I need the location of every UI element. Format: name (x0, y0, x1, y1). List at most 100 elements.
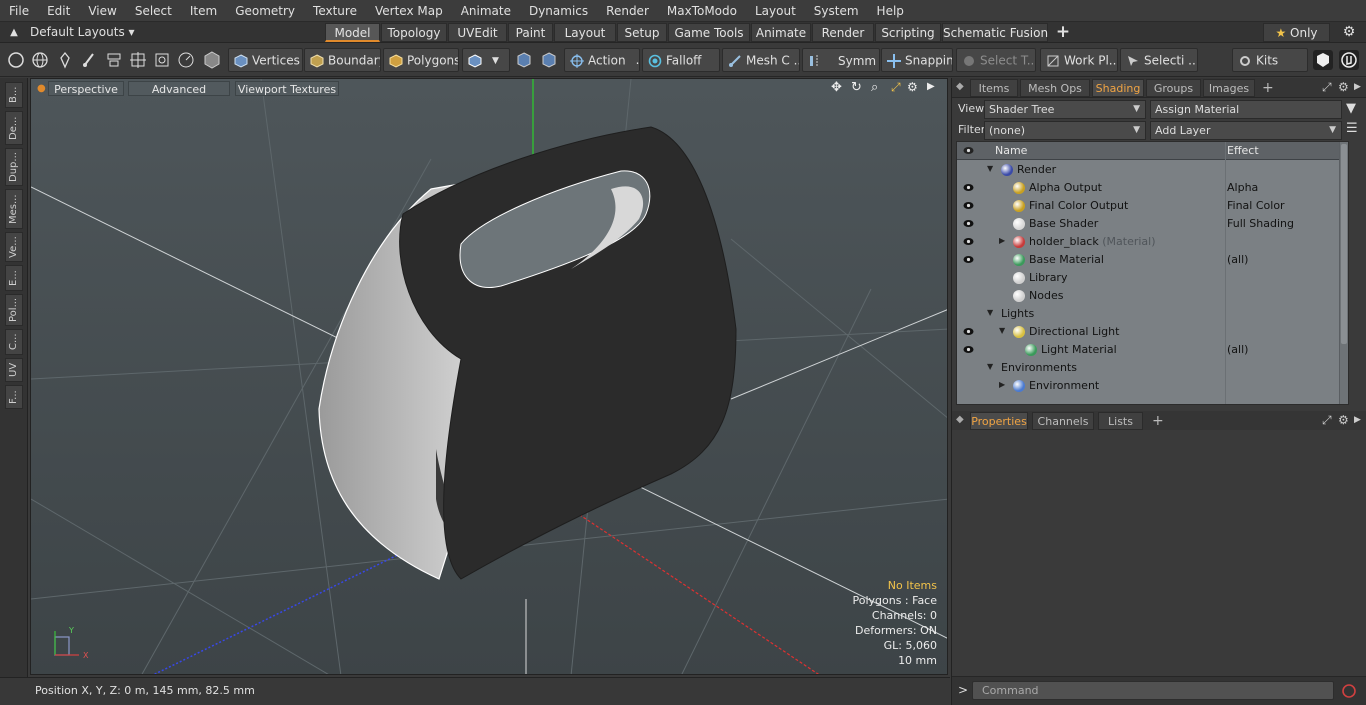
visibility-eye-icon[interactable] (963, 255, 974, 264)
tab-schematic-fusion[interactable]: Schematic Fusion (942, 23, 1048, 42)
panel-maximize-icon[interactable]: ⤢ (1322, 80, 1332, 95)
shader-tree-row[interactable]: ▼ Environments (957, 359, 1348, 377)
left-tab-basic[interactable]: B... (5, 82, 23, 108)
falloff-button[interactable]: Falloff (642, 48, 720, 72)
gear-icon[interactable]: ⚙ (1338, 22, 1360, 43)
shader-tree-row[interactable]: Nodes (957, 287, 1348, 305)
grid-icon[interactable] (128, 50, 148, 70)
work-plane-button[interactable]: Work Pl... (1040, 48, 1118, 72)
menu-render[interactable]: Render (597, 0, 658, 22)
unreal-icon[interactable] (1338, 49, 1360, 71)
tab-scripting[interactable]: Scripting (875, 23, 941, 42)
shaded-cube-icon[interactable] (202, 50, 222, 70)
menu-animate[interactable]: Animate (452, 0, 520, 22)
left-tab-uv[interactable]: UV (5, 358, 23, 382)
tab-topology[interactable]: Topology (381, 23, 447, 42)
properties-gear-icon[interactable]: ⚙ (1338, 413, 1349, 427)
left-tab-mesh[interactable]: Mes... (5, 189, 23, 229)
menu-select[interactable]: Select (126, 0, 181, 22)
left-tab-duplicate[interactable]: Dup... (5, 148, 23, 186)
globe-icon[interactable] (30, 50, 50, 70)
tab-images[interactable]: Images (1203, 79, 1255, 97)
properties-maximize-icon[interactable]: ⤢ (1322, 413, 1332, 428)
menu-view[interactable]: View (79, 0, 125, 22)
tab-shading[interactable]: Shading (1092, 79, 1144, 97)
shader-tree-row[interactable]: ▼ Lights (957, 305, 1348, 323)
menu-vertex-map[interactable]: Vertex Map (366, 0, 452, 22)
scrollbar-thumb[interactable] (1341, 144, 1347, 344)
viewport-scene[interactable]: Y X (31, 79, 948, 675)
collapse-arrow-icon[interactable]: ▼ (987, 308, 993, 317)
menu-texture[interactable]: Texture (304, 0, 366, 22)
col-effect-header[interactable]: Effect (1227, 144, 1259, 157)
collapse-arrow-icon[interactable]: ▼ (987, 362, 993, 371)
tab-layout[interactable]: Layout (554, 23, 616, 42)
action-center-button[interactable]: Action... (564, 48, 640, 72)
col-name-header[interactable]: Name (995, 144, 1027, 157)
shader-tree-row[interactable]: Base ShaderFull Shading▼ (957, 215, 1348, 233)
align-icon[interactable] (104, 50, 124, 70)
kits-button[interactable]: Kits (1232, 48, 1308, 72)
circle-select-icon[interactable] (6, 50, 26, 70)
snapping-button[interactable]: Snapping (881, 48, 953, 72)
shader-tree-row[interactable]: ▶holder_black (Material)▼ (957, 233, 1348, 251)
layer-effect[interactable]: Alpha (1227, 181, 1258, 194)
left-tab-edge[interactable]: E... (5, 265, 23, 291)
item-mode-button[interactable]: ▼ (462, 48, 510, 72)
tab-game-tools[interactable]: Game Tools (668, 23, 750, 42)
layout-collapse-icon[interactable]: ▲ (6, 22, 22, 43)
rotate-view-icon[interactable]: ↻ (851, 80, 862, 95)
shader-tree-row[interactable]: ▼Directional Light▼ (957, 323, 1348, 341)
visibility-eye-icon[interactable] (963, 237, 974, 246)
filter-select[interactable]: (none) ▼ (984, 121, 1146, 140)
expand-arrow-icon[interactable]: ▶ (999, 236, 1005, 245)
viewport-gear-icon[interactable]: ⚙ (907, 80, 918, 94)
panel-collapse-icon[interactable]: ▶ (1354, 82, 1361, 92)
left-tab-vertex[interactable]: Ve... (5, 232, 23, 262)
viewport-menu-arrow-icon[interactable]: ▶ (927, 81, 935, 92)
polygons-button[interactable]: Polygons (383, 48, 459, 72)
tab-items[interactable]: Items (970, 79, 1018, 97)
menu-item[interactable]: Item (181, 0, 226, 22)
visibility-eye-icon[interactable] (963, 183, 974, 192)
add-panel-tab-button[interactable]: + (1262, 78, 1274, 98)
tab-uvedit[interactable]: UVEdit (448, 23, 507, 42)
add-layout-tab-button[interactable]: + (1053, 22, 1073, 43)
visibility-eye-icon[interactable] (963, 219, 974, 228)
visibility-eye-icon[interactable] (963, 201, 974, 210)
brush-icon[interactable] (79, 50, 99, 70)
zoom-search-icon[interactable]: ⌕ (871, 80, 878, 95)
panel-gear-icon[interactable]: ⚙ (1338, 80, 1349, 94)
tab-mesh-ops[interactable]: Mesh Ops (1020, 79, 1090, 97)
mesh-constraint-button[interactable]: Mesh C ... (722, 48, 800, 72)
header-eye-icon[interactable] (963, 146, 974, 155)
left-tab-curve[interactable]: C... (5, 329, 23, 355)
list-options-icon[interactable]: ☰ (1346, 121, 1358, 136)
shader-tree-row[interactable]: ▼ Render (957, 161, 1348, 179)
menu-dynamics[interactable]: Dynamics (520, 0, 597, 22)
left-tab-deform[interactable]: De... (5, 111, 23, 145)
menu-maxtomodo[interactable]: MaxToModo (658, 0, 746, 22)
menu-system[interactable]: System (805, 0, 868, 22)
expand-arrow-icon[interactable]: ▶ (999, 380, 1005, 389)
symmetry-cube-icon[interactable] (539, 50, 559, 70)
vertices-button[interactable]: Vertices (228, 48, 303, 72)
layer-effect[interactable]: (all) (1227, 253, 1248, 266)
3d-viewport[interactable]: Y X ● Perspective Advanced Viewport Text… (30, 78, 948, 675)
symmetry-button[interactable]: Symm ... (802, 48, 880, 72)
modo-cube-icon[interactable] (1312, 49, 1334, 71)
menu-file[interactable]: File (0, 0, 38, 22)
layout-preset-select[interactable]: Default Layouts ▾ (30, 22, 135, 43)
layer-effect[interactable]: Final Color (1227, 199, 1285, 212)
collapse-arrow-icon[interactable]: ▼ (987, 164, 993, 173)
filter-funnel-icon[interactable]: ▼ (1346, 101, 1356, 116)
panel-menu-icon[interactable]: ◆ (956, 81, 964, 92)
tab-model[interactable]: Model (325, 23, 380, 42)
menu-edit[interactable]: Edit (38, 0, 79, 22)
properties-collapse-icon[interactable]: ▶ (1354, 415, 1361, 425)
pen-icon[interactable] (55, 50, 75, 70)
menu-help[interactable]: Help (868, 0, 913, 22)
maximize-icon[interactable]: ⤢ (891, 80, 901, 95)
only-toggle[interactable]: ★ Only (1263, 23, 1330, 42)
collapse-arrow-icon[interactable]: ▼ (999, 326, 1005, 335)
